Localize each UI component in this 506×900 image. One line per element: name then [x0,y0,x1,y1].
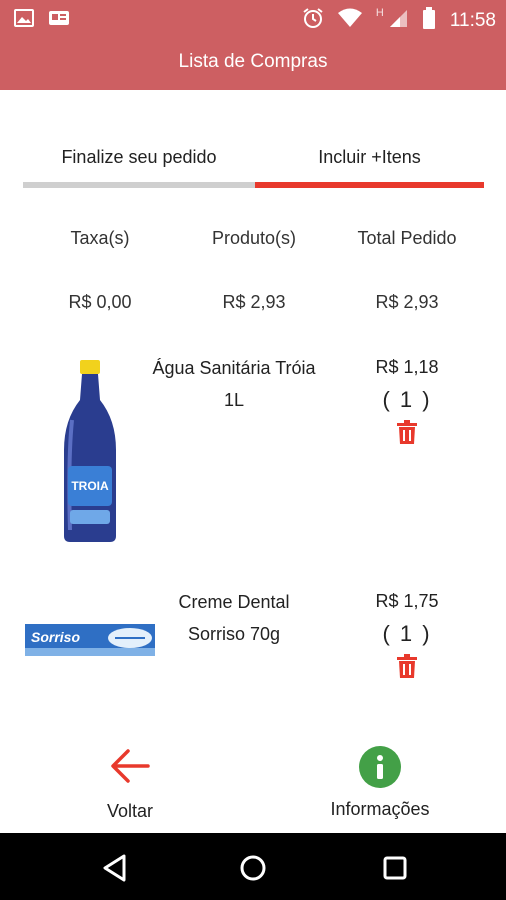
fees-value: R$ 0,00 [68,292,132,312]
bleach-bottle-icon: TROIA [60,360,120,547]
info-icon [359,746,401,792]
order-total-header: Total Pedido [357,228,457,248]
brand-label: TROIA [71,479,109,493]
battery-icon [422,7,436,34]
item-name-line1: Água Sanitária Tróia [152,358,316,378]
back-button[interactable]: Voltar [70,748,190,822]
tab-finalize-order[interactable]: Finalize seu pedido [23,128,255,188]
trash-icon[interactable] [396,420,418,449]
tab-indicator [23,182,255,188]
image-notification-icon [14,8,34,33]
nav-home-icon[interactable] [238,853,268,883]
system-nav-bar [0,833,506,900]
nav-back-icon[interactable] [100,853,130,883]
item-quantity[interactable]: ( 1 ) [344,614,470,654]
back-label: Voltar [106,801,154,821]
fees-header: Taxa(s) [70,228,130,248]
nav-recents-icon[interactable] [380,853,410,883]
app-bar: Lista de Compras [0,38,506,90]
cell-signal-icon [388,8,408,33]
info-label: Informações [330,799,430,819]
item-price: R$ 1,18 [375,357,439,377]
tab-label: Incluir +Itens [318,147,421,167]
item-details: R$ 1,75 ( 1 ) [344,588,470,683]
alarm-icon [302,7,324,34]
page-title: Lista de Compras [178,51,328,72]
arrow-left-icon [110,749,150,788]
clock: 11:58 [449,9,496,31]
cart-item: TROIA Água Sanitária Tróia 1L R$ 1,18 ( … [0,352,506,552]
item-quantity[interactable]: ( 1 ) [344,380,470,420]
item-name: Água Sanitária Tróia 1L [136,352,332,416]
tab-label: Finalize seu pedido [61,147,217,167]
info-button[interactable]: Informações [310,746,450,820]
item-name-line2: 1L [223,390,245,410]
network-type-label: H [375,7,384,19]
products-value: R$ 2,93 [222,292,286,312]
cart-item: Sorriso Creme Dental Sorriso 70g R$ 1,75… [0,586,506,696]
wifi-icon [337,8,362,33]
item-details: R$ 1,18 ( 1 ) [344,354,470,449]
item-name: Creme Dental Sorriso 70g [136,586,332,650]
products-header: Produto(s) [211,228,297,248]
trash-icon[interactable] [396,654,418,683]
item-name-line1: Creme Dental [178,592,290,612]
item-price: R$ 1,75 [375,591,439,611]
item-name-line2: Sorriso 70g [187,624,281,644]
tab-indicator-active [255,182,484,188]
order-total-value: R$ 2,93 [375,292,439,312]
news-notification-icon [48,8,70,33]
tab-add-items[interactable]: Incluir +Itens [255,128,484,188]
tab-bar: Finalize seu pedido Incluir +Itens [23,128,484,192]
status-bar: H 11:58 [0,0,506,38]
brand-label: Sorriso [31,629,80,645]
